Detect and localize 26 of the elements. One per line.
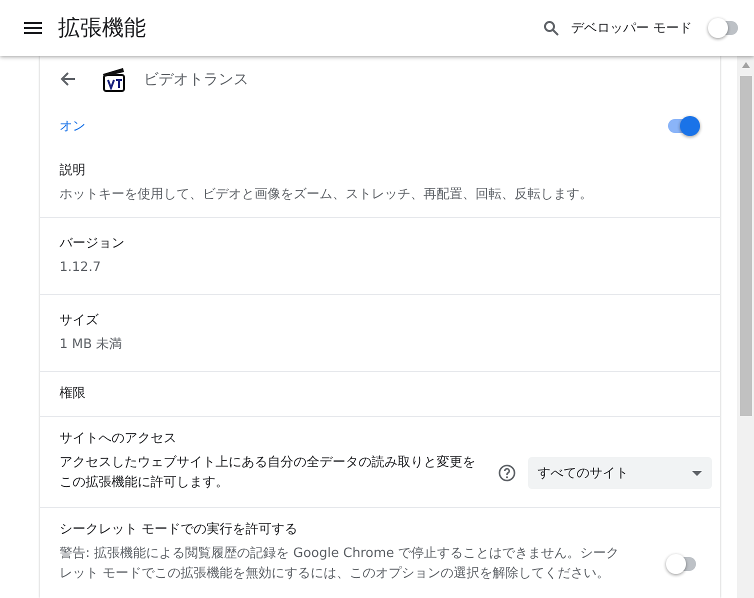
- clapperboard-icon: [102, 66, 126, 92]
- incognito-toggle[interactable]: [668, 557, 696, 571]
- section-label: シークレット モードでの実行を許可する: [60, 521, 299, 538]
- scrollbar-thumb[interactable]: [740, 76, 752, 416]
- site-access-select[interactable]: すべてのサイト: [528, 457, 712, 489]
- extension-name: ビデオトランス: [144, 70, 248, 89]
- page-title: 拡張機能: [58, 15, 147, 43]
- back-arrow-icon[interactable]: [60, 71, 76, 88]
- enabled-label: オン: [60, 118, 86, 135]
- section-value: 1.12.7: [60, 259, 102, 277]
- access-description: アクセスしたウェブサイト上にある自分の全データの読み取りと変更をこの拡張機能に許可します。: [60, 454, 476, 492]
- warning-text: 警告: 拡張機能による閲覧履歴の記録を Google Chrome で停止することはできません。シークレット モードでこの拡張機能を無効にするには、このオプションの選択を解除してください。: [60, 545, 620, 583]
- section-label: サイズ: [60, 312, 100, 329]
- search-icon[interactable]: [542, 20, 559, 36]
- section-label: サイトへのアクセス: [60, 430, 178, 447]
- section-label: バージョン: [60, 235, 126, 252]
- developer-mode-toggle[interactable]: [710, 21, 738, 35]
- section-heading: 権限: [60, 385, 86, 402]
- developer-mode-label: デベロッパー モード: [570, 20, 692, 37]
- section-value: 1 MB 未満: [60, 336, 124, 354]
- scrollbar[interactable]: [737, 56, 754, 598]
- section-label: 説明: [60, 162, 86, 179]
- section-value: ホットキーを使用して、ビデオと画像をズーム、ストレッチ、再配置、回転、反転します。: [60, 186, 594, 204]
- help-icon[interactable]: [498, 464, 516, 482]
- dropdown-caret-icon: [692, 470, 702, 476]
- menu-icon[interactable]: [24, 22, 42, 34]
